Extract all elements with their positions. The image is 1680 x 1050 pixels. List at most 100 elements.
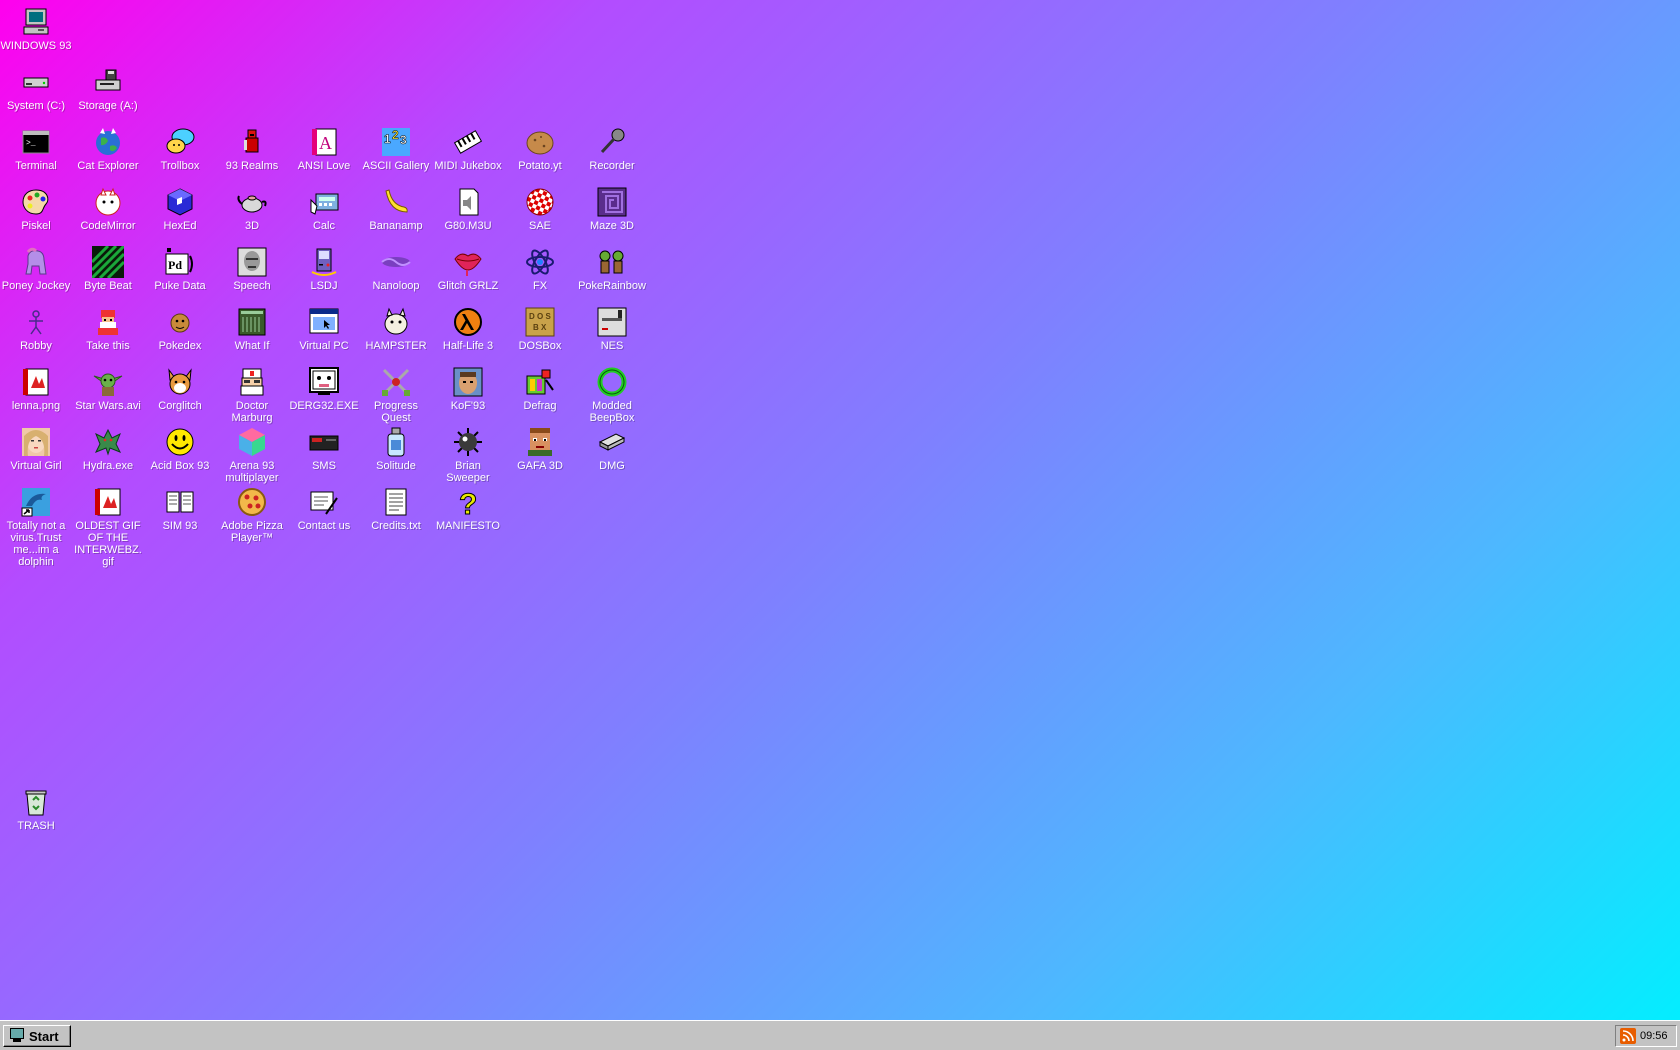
midi-jukebox-icon[interactable]: MIDI Jukebox (432, 120, 504, 172)
computer-icon (20, 6, 52, 38)
nes-label: NES (600, 340, 624, 352)
nes-icon[interactable]: NES (576, 300, 648, 352)
ascii-gallery-icon[interactable]: 123 ASCII Gallery (360, 120, 432, 172)
svg-text:Pd: Pd (168, 258, 182, 272)
sim-93-icon[interactable]: SIM 93 (144, 480, 216, 532)
acid-box-icon[interactable]: Acid Box 93 (144, 420, 216, 472)
glitch-grlz-icon[interactable]: Glitch GRLZ (432, 240, 504, 292)
robby-icon[interactable]: Robby (0, 300, 72, 352)
old-man-icon (92, 306, 124, 338)
gafa-3d-icon[interactable]: GAFA 3D (504, 420, 576, 472)
modded-beepbox-icon[interactable]: Modded BeepBox (576, 360, 648, 424)
speech-icon[interactable]: Speech (216, 240, 288, 292)
recorder-icon[interactable]: Recorder (576, 120, 648, 172)
sae-icon[interactable]: SAE (504, 180, 576, 232)
star-wars-icon[interactable]: Star Wars.avi (72, 360, 144, 412)
terminal-icon-image: >_ (20, 126, 52, 158)
3d-label: 3D (244, 220, 260, 232)
maze-3d-icon[interactable]: Maze 3D (576, 180, 648, 232)
knight-icon (236, 126, 268, 158)
svg-text:?: ? (459, 488, 477, 518)
solitude-icon[interactable]: Solitude (360, 420, 432, 472)
brian-sweeper-icon[interactable]: Brian Sweeper (432, 420, 504, 484)
corglitch-label: Corglitch (158, 400, 202, 412)
bananamp-icon[interactable]: Bananamp (360, 180, 432, 232)
progress-quest-icon[interactable]: Progress Quest (360, 360, 432, 424)
g80-icon[interactable]: G80.M3U (432, 180, 504, 232)
trollbox-icon[interactable]: Trollbox (144, 120, 216, 172)
nanoloop-icon[interactable]: Nanoloop (360, 240, 432, 292)
kof93-icon[interactable]: KoF'93 (432, 360, 504, 412)
arena-93-icon[interactable]: Arena 93 multiplayer (216, 420, 288, 484)
clock[interactable]: 09:56 (1640, 1030, 1668, 1042)
piskel-icon[interactable]: Piskel (0, 180, 72, 232)
what-if-icon[interactable]: What If (216, 300, 288, 352)
lenna-icon[interactable]: lenna.png (0, 360, 72, 412)
poney-jockey-icon[interactable]: Poney Jockey (0, 240, 72, 292)
pd-icon: Pd (164, 246, 196, 278)
gameboy-icon (308, 246, 340, 278)
terminal-icon[interactable]: >_ Terminal (0, 120, 72, 172)
virtual-pc-icon[interactable]: Virtual PC (288, 300, 360, 352)
dolphin-icon[interactable]: Totally not a virus.Trust me...im a dolp… (0, 480, 72, 568)
monitor-face-icon (308, 366, 340, 398)
pokedex-creature-icon (164, 306, 196, 338)
bottle-icon (380, 426, 412, 458)
calc-icon[interactable]: Calc (288, 180, 360, 232)
fx-icon[interactable]: FX (504, 240, 576, 292)
oldest-gif-icon[interactable]: OLDEST GIF OF THE INTERWEBZ.gif (72, 480, 144, 568)
derg32-icon[interactable]: DERG32.EXE (288, 360, 360, 412)
banana-icon (380, 186, 412, 218)
defrag-icon[interactable]: Defrag (504, 360, 576, 412)
take-this-icon[interactable]: Take this (72, 300, 144, 352)
byte-beat-icon[interactable]: Byte Beat (72, 240, 144, 292)
codemirror-icon[interactable]: CodeMirror (72, 180, 144, 232)
dosbox-icon[interactable]: D O S B X DOSBox (504, 300, 576, 352)
teapot-icon (236, 186, 268, 218)
smiley-icon (164, 426, 196, 458)
ansi-love-label: ANSI Love (297, 160, 351, 172)
maze-3d-label: Maze 3D (589, 220, 635, 232)
manifesto-icon[interactable]: ? MANIFESTO (432, 480, 504, 533)
svg-text:>_: >_ (26, 139, 36, 148)
system-c-icon[interactable]: System (C:) (0, 60, 72, 112)
contact-card-icon (308, 486, 340, 518)
virtual-girl-icon[interactable]: Virtual Girl (0, 420, 72, 472)
trash-icon[interactable]: TRASH (0, 780, 72, 832)
windows93-icon[interactable]: WINDOWS 93 (0, 0, 72, 52)
sms-icon[interactable]: SMS (288, 420, 360, 472)
hydra-icon[interactable]: Hydra.exe (72, 420, 144, 472)
storage-a-icon[interactable]: Storage (A:) (72, 60, 144, 112)
playlist-file-icon (452, 186, 484, 218)
corglitch-icon[interactable]: Corglitch (144, 360, 216, 412)
puke-data-icon[interactable]: Pd Puke Data (144, 240, 216, 292)
dmg-icon[interactable]: DMG (576, 420, 648, 472)
rss-icon[interactable] (1620, 1028, 1636, 1044)
sim-93-label: SIM 93 (162, 520, 198, 532)
numbers-icon: 123 (380, 126, 412, 158)
3d-icon[interactable]: 3D (216, 180, 288, 232)
hexed-label: HexEd (163, 220, 197, 232)
contact-us-icon[interactable]: Contact us (288, 480, 360, 532)
lsdj-icon[interactable]: LSDJ (288, 240, 360, 292)
hard-drive-icon (20, 66, 52, 98)
pokedex-icon[interactable]: Pokedex (144, 300, 216, 352)
adobe-pizza-icon[interactable]: Adobe Pizza Player™ (216, 480, 288, 544)
start-button[interactable]: Start (3, 1025, 71, 1047)
windows93-label: WINDOWS 93 (0, 40, 72, 52)
ansi-love-icon[interactable]: A ANSI Love (288, 120, 360, 172)
desktop: WINDOWS 93 System (C:) Storage (A:) >_ T… (0, 0, 1680, 1020)
poney-jockey-label: Poney Jockey (1, 280, 71, 292)
hexed-icon[interactable]: HexEd (144, 180, 216, 232)
93-realms-icon[interactable]: 93 Realms (216, 120, 288, 172)
hampster-icon[interactable]: HAMPSTER (360, 300, 432, 352)
puke-data-label: Puke Data (154, 280, 206, 292)
taskbar: Start 09:56 (0, 1020, 1680, 1050)
half-life-3-icon[interactable]: Half-Life 3 (432, 300, 504, 352)
potato-icon[interactable]: Potato.yt (504, 120, 576, 172)
doctor-marburg-icon[interactable]: Doctor Marburg (216, 360, 288, 424)
cat-explorer-icon[interactable]: Cat Explorer (72, 120, 144, 172)
pokerainbow-icon[interactable]: PokeRainbow (576, 240, 648, 292)
byte-beat-label: Byte Beat (84, 280, 132, 292)
credits-txt-icon[interactable]: Credits.txt (360, 480, 432, 532)
